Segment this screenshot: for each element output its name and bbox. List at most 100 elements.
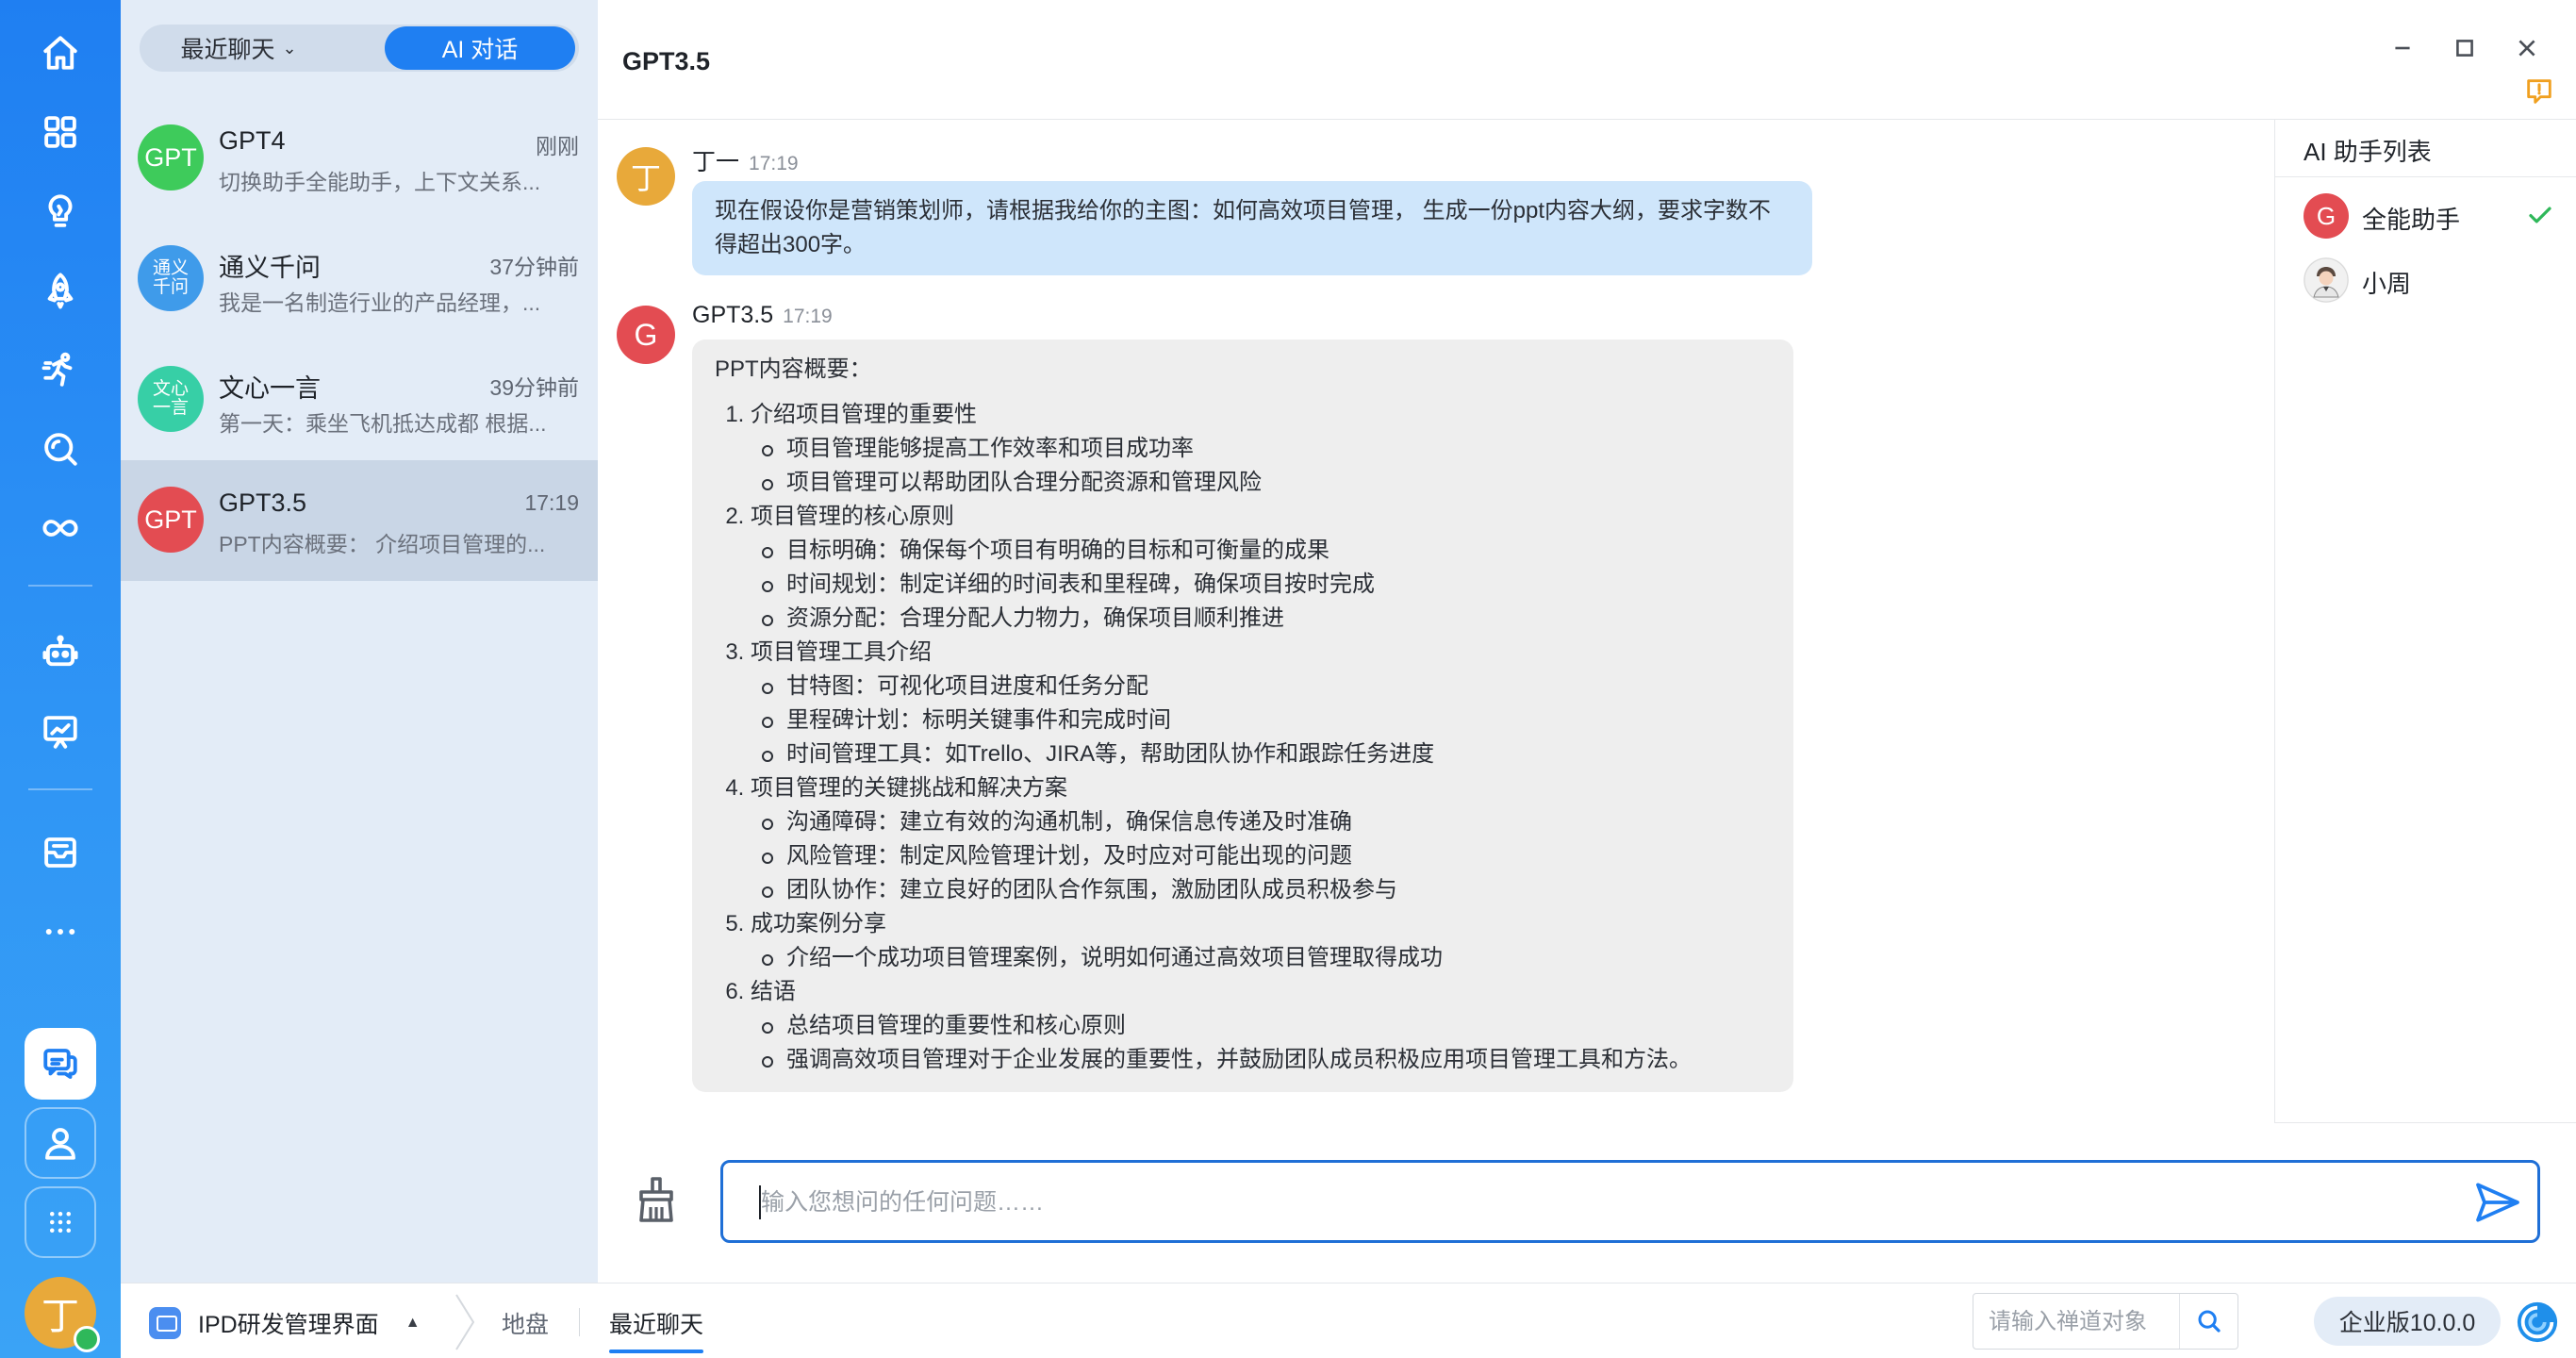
assistant-name: 小周 xyxy=(2362,270,2412,298)
avatar-letter: 丁 xyxy=(41,1296,79,1337)
online-status-icon xyxy=(74,1326,100,1352)
zentao-logo-icon[interactable] xyxy=(2516,1300,2559,1344)
outline-section: 项目管理工具介绍 甘特图：可视化项目进度和任务分配 里程碑计划：标明关键事件和完… xyxy=(751,636,1771,771)
conversation-time: 37分钟前 xyxy=(489,255,579,279)
gpt35-avatar: GPT xyxy=(138,487,204,553)
user-message-bubble: 现在假设你是营销策划师，请根据我给你的主图：如何高效项目管理， 生成一份ppt内… xyxy=(692,181,1812,275)
text-caret xyxy=(759,1185,761,1219)
section-point: 项目管理能够提高工作效率和项目成功率 xyxy=(762,432,1771,466)
apps-grid-icon[interactable] xyxy=(25,96,96,168)
object-search-input[interactable] xyxy=(1989,1305,2177,1339)
message-meta: 丁一 17:19 xyxy=(692,143,799,177)
section-point: 目标明确：确保每个项目有明确的目标和可衡量的成果 xyxy=(762,534,1771,568)
ai-chat-tab[interactable]: AI 对话 xyxy=(385,26,575,70)
conversation-name: 通义千问 xyxy=(219,254,321,282)
list-item[interactable]: 文心一言 文心一言 39分钟前 第一天：乘坐飞机抵达成都 根据... xyxy=(121,340,598,460)
bot-avatar[interactable]: G xyxy=(617,306,675,364)
recent-chats-tab-label: 最近聊天 xyxy=(180,37,275,63)
mail-icon[interactable] xyxy=(25,817,96,888)
recent-chats-tab[interactable]: 最近聊天 ⌄ xyxy=(143,26,334,70)
reply-heading: PPT内容概要： xyxy=(715,356,872,382)
tongyi-avatar: 通义千问 xyxy=(138,245,204,311)
lightbulb-icon[interactable] xyxy=(25,175,96,247)
conversation-preview: 切换助手全能助手，上下文关系... xyxy=(219,170,541,194)
conversation-name: 文心一言 xyxy=(219,374,321,403)
assistant-avatar: G xyxy=(2304,193,2349,239)
send-icon[interactable] xyxy=(2471,1176,2524,1229)
chart-board-icon[interactable] xyxy=(25,696,96,768)
clear-broom-icon[interactable] xyxy=(634,1175,679,1224)
nav-divider xyxy=(28,788,92,790)
search-icon[interactable] xyxy=(25,413,96,485)
section-title: 结语 xyxy=(751,979,796,1004)
assistant-item-xiaozhou[interactable]: 小周 xyxy=(2275,248,2576,310)
section-title: 项目管理的核心原则 xyxy=(751,504,954,529)
message-meta: GPT3.5 17:19 xyxy=(692,302,833,329)
conversation-time: 刚刚 xyxy=(536,134,579,158)
home-icon[interactable] xyxy=(25,17,96,89)
breadcrumb-chevron-icon xyxy=(455,1294,475,1350)
rocket-icon[interactable] xyxy=(25,255,96,326)
chat-icon[interactable] xyxy=(25,1028,96,1100)
tab-recent-chats[interactable]: 最近聊天 xyxy=(609,1306,704,1353)
person-avatar-icon xyxy=(2304,257,2349,303)
outline-list: 介绍项目管理的重要性 项目管理能够提高工作效率和项目成功率 项目管理可以帮助团队… xyxy=(751,398,1771,1077)
section-title: 项目管理工具介绍 xyxy=(751,639,932,665)
tab-map[interactable]: 地盘 xyxy=(502,1306,549,1340)
section-point: 团队协作：建立良好的团队合作氛围，激励团队成员积极参与 xyxy=(762,873,1771,907)
section-title: 项目管理的关键挑战和解决方案 xyxy=(751,775,1067,801)
user-icon[interactable] xyxy=(25,1107,96,1179)
bot-message-bubble: PPT内容概要： 介绍项目管理的重要性 项目管理能够提高工作效率和项目成功率 项… xyxy=(692,340,1793,1092)
avatar[interactable]: 丁 xyxy=(25,1277,100,1352)
page-title: GPT3.5 xyxy=(622,47,711,75)
check-icon xyxy=(2529,207,2551,224)
assistant-list-title: AI 助手列表 xyxy=(2304,138,2432,166)
conversation-preview: PPT内容概要： 介绍项目管理的... xyxy=(219,532,546,556)
outline-section: 结语 总结项目管理的重要性和核心原则 强调高效项目管理对于企业发展的重要性，并鼓… xyxy=(751,975,1771,1077)
conversation-preview: 第一天：乘坐飞机抵达成都 根据... xyxy=(219,411,547,436)
section-point: 介绍一个成功项目管理案例，说明如何通过高效项目管理取得成功 xyxy=(762,941,1771,975)
app-name: IPD研发管理界面 xyxy=(198,1312,379,1338)
sender-name: GPT3.5 xyxy=(692,302,774,328)
user-avatar[interactable]: 丁 xyxy=(617,147,675,206)
status-bar: IPD研发管理界面 ▲ 地盘 最近聊天 企业版10.0.0 xyxy=(121,1283,2576,1358)
edition-badge[interactable]: 企业版10.0.0 xyxy=(2314,1297,2501,1346)
triangle-up-icon: ▲ xyxy=(405,1315,421,1331)
minimize-button[interactable] xyxy=(2378,26,2427,70)
gpt4-avatar: GPT xyxy=(138,124,204,190)
notice-icon[interactable] xyxy=(2523,75,2555,108)
section-point: 甘特图：可视化项目进度和任务分配 xyxy=(762,670,1771,704)
wenxin-avatar: 文心一言 xyxy=(138,366,204,432)
message-input[interactable] xyxy=(761,1182,2402,1223)
sender-name: 丁一 xyxy=(692,149,740,175)
list-item[interactable]: 通义千问 通义千问 37分钟前 我是一名制造行业的产品经理，... xyxy=(121,219,598,340)
grid-dots-icon[interactable] xyxy=(25,1186,96,1258)
outline-section: 项目管理的核心原则 目标明确：确保每个项目有明确的目标和可衡量的成果 时间规划：… xyxy=(751,500,1771,636)
conversation-name: GPT3.5 xyxy=(219,489,307,517)
close-button[interactable] xyxy=(2502,26,2551,70)
search-button[interactable] xyxy=(2179,1294,2237,1349)
assistant-list-panel: AI 助手列表 G 全能助手 小周 xyxy=(2274,120,2576,1123)
app-switcher[interactable]: IPD研发管理界面 ▲ xyxy=(149,1304,421,1342)
section-point: 里程碑计划：标明关键事件和完成时间 xyxy=(762,704,1771,737)
section-point: 总结项目管理的重要性和核心原则 xyxy=(762,1009,1771,1043)
nav-rail: 丁 xyxy=(0,0,121,1358)
divider xyxy=(2275,176,2576,177)
robot-icon[interactable] xyxy=(25,617,96,688)
section-point: 时间管理工具：如Trello、JIRA等，帮助团队协作和跟踪任务进度 xyxy=(762,737,1771,771)
section-point: 风险管理：制定风险管理计划，及时应对可能出现的问题 xyxy=(762,839,1771,873)
search-icon xyxy=(2198,1310,2221,1333)
run-icon[interactable] xyxy=(25,334,96,406)
ai-chat-tab-label: AI 对话 xyxy=(441,37,519,63)
more-icon[interactable] xyxy=(25,896,96,968)
maximize-button[interactable] xyxy=(2440,26,2489,70)
assistant-item-allround[interactable]: G 全能助手 xyxy=(2275,184,2576,246)
chevron-down-icon: ⌄ xyxy=(282,38,297,58)
infinity-icon[interactable] xyxy=(25,492,96,564)
section-point: 资源分配：合理分配人力物力，确保项目顺利推进 xyxy=(762,602,1771,636)
list-item[interactable]: GPT GPT4 刚刚 切换助手全能助手，上下文关系... xyxy=(121,98,598,219)
conversation-name: GPT4 xyxy=(219,126,286,155)
section-point: 项目管理可以帮助团队合理分配资源和管理风险 xyxy=(762,466,1771,500)
list-item[interactable]: GPT GPT3.5 17:19 PPT内容概要： 介绍项目管理的... xyxy=(121,460,598,581)
conversation-time: 17:19 xyxy=(524,490,579,515)
